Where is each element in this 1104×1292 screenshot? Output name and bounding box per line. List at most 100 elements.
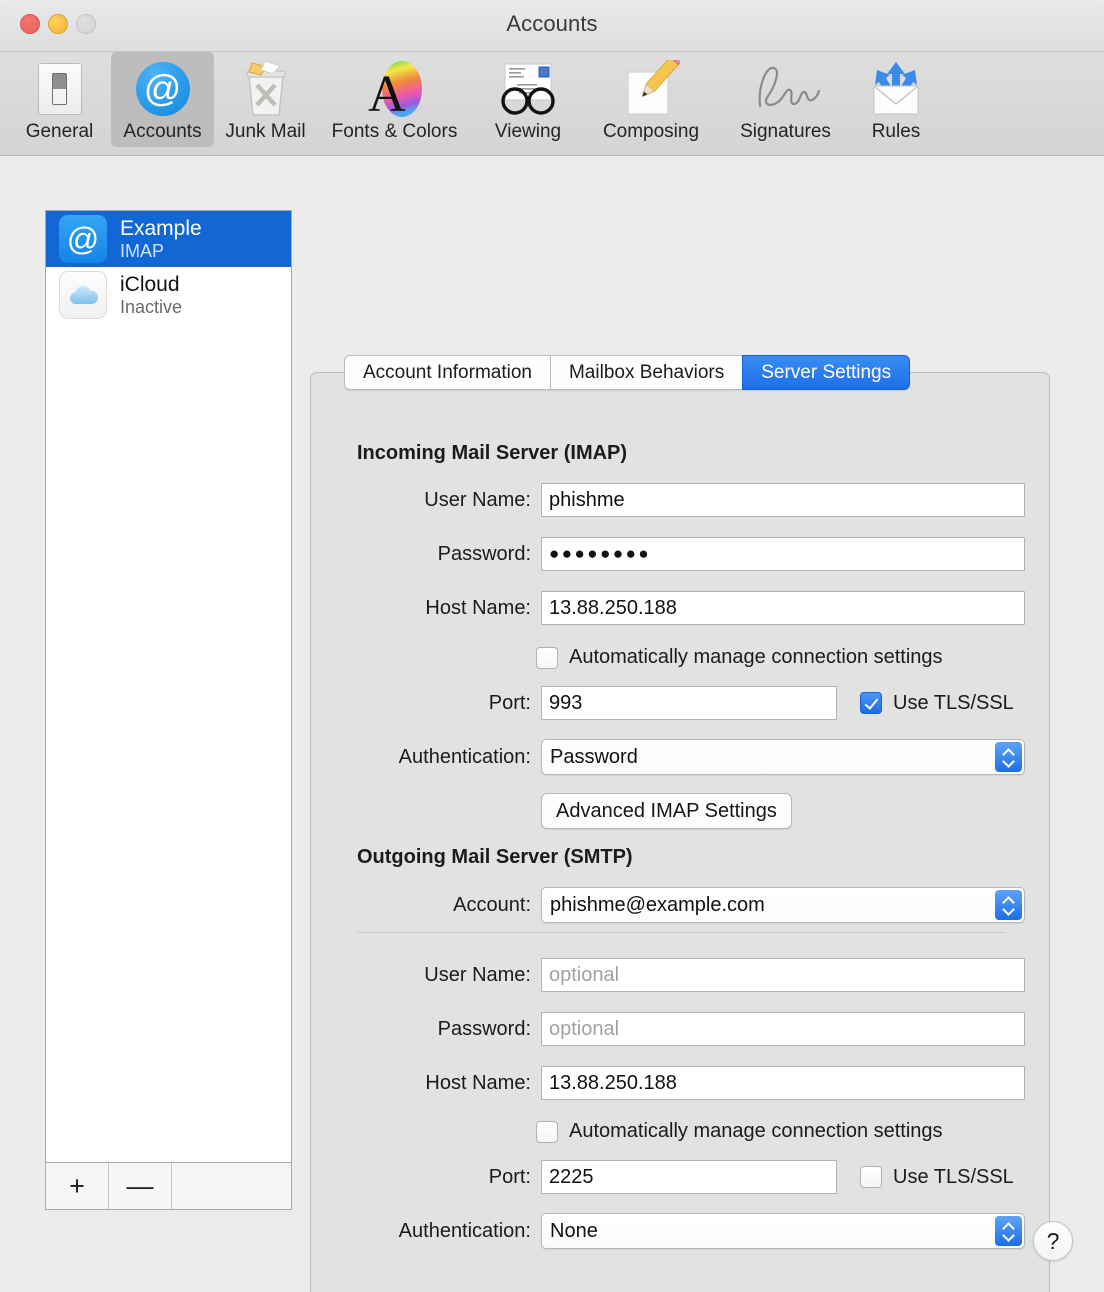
incoming-port-row: Port: 993 Use TLS/SSL [311,686,1049,720]
outgoing-authentication-select[interactable]: None [541,1213,1025,1249]
incoming-port-input[interactable]: 993 [541,686,837,720]
outgoing-auto-manage-label: Automatically manage connection settings [569,1120,943,1142]
window-title: Accounts [506,11,598,36]
incoming-hostname-row: Host Name: 13.88.250.188 [311,591,1049,625]
toolbar-label-rules: Rules [871,121,921,142]
incoming-port-label: Port: [488,691,531,714]
outgoing-account-select[interactable]: phishme@example.com [541,887,1025,923]
toolbar-label-viewing: Viewing [494,121,562,142]
account-type: IMAP [120,240,165,261]
glasses-icon [472,58,584,120]
outgoing-section-heading: Outgoing Mail Server (SMTP) [357,846,633,868]
incoming-hostname-input[interactable]: 13.88.250.188 [541,591,1025,625]
advanced-imap-settings-row: Advanced IMAP Settings [541,793,792,829]
add-account-button[interactable]: + [46,1163,109,1209]
settings-tab-bar: Account Information Mailbox Behaviors Se… [344,355,911,390]
incoming-auto-manage-label: Automatically manage connection settings [569,646,943,668]
preferences-content: @ Example IMAP iCloud Inactive + — Accou… [0,156,1104,1292]
incoming-auto-manage-checkbox[interactable] [536,646,558,669]
toolbar-item-junk-mail[interactable]: Junk Mail [214,52,317,147]
outgoing-authentication-label: Authentication: [398,1219,531,1242]
toolbar-label-general: General [25,121,94,142]
outgoing-auto-manage-checkbox[interactable] [536,1120,558,1143]
incoming-auto-manage-row[interactable]: Automatically manage connection settings [536,646,943,669]
toolbar-item-viewing[interactable]: Viewing [472,52,584,147]
incoming-username-input[interactable]: phishme [541,483,1025,517]
toolbar-label-composing: Composing [602,121,700,142]
svg-text:A: A [368,66,406,119]
outgoing-hostname-input[interactable]: 13.88.250.188 [541,1066,1025,1100]
outgoing-tls-label: Use TLS/SSL [893,1165,1014,1188]
toolbar-label-signatures: Signatures [740,121,831,142]
incoming-tls-label: Use TLS/SSL [893,691,1014,714]
incoming-authentication-select[interactable]: Password [541,739,1025,775]
incoming-tls-checkbox[interactable] [860,692,882,714]
toolbar-item-rules[interactable]: Rules [853,52,939,147]
outgoing-password-input[interactable]: optional [541,1012,1025,1046]
outgoing-port-input[interactable]: 2225 [541,1160,837,1194]
tab-account-information[interactable]: Account Information [344,355,550,390]
accounts-list-toolbar: + — [46,1162,291,1209]
at-sign-icon: @ [59,215,107,263]
chevron-updown-icon[interactable] [995,742,1022,772]
signature-icon [718,58,853,120]
incoming-hostname-label: Host Name: [425,596,531,619]
outgoing-authentication-value: None [550,1219,598,1242]
help-button[interactable]: ? [1033,1221,1073,1261]
account-name: Example [120,217,202,241]
account-row-icloud[interactable]: iCloud Inactive [46,267,291,323]
outgoing-account-label: Account: [453,893,531,916]
chevron-updown-icon[interactable] [995,890,1022,920]
outgoing-account-value: phishme@example.com [550,893,765,916]
accounts-preferences-window: Accounts General @ Accounts Junk Mail A … [0,0,1104,1292]
server-settings-panel: Incoming Mail Server (IMAP) User Name: p… [310,372,1050,1292]
font-palette-icon: A [317,58,472,120]
tab-mailbox-behaviors[interactable]: Mailbox Behaviors [549,355,743,390]
outgoing-username-label: User Name: [424,963,531,986]
account-status: Inactive [120,296,183,317]
outgoing-username-row: User Name: optional [311,958,1049,992]
outgoing-username-input[interactable]: optional [541,958,1025,992]
light-switch-icon [8,58,111,120]
toolbar-item-general[interactable]: General [8,52,111,147]
toolbar-item-composing[interactable]: Composing [584,52,718,147]
window-titlebar: Accounts [0,0,1104,52]
incoming-authentication-row: Authentication: Password [311,739,1049,775]
incoming-username-row: User Name: phishme [311,483,1049,517]
outgoing-divider [357,932,1005,933]
incoming-password-row: Password: ●●●●●●●● [311,537,1049,571]
outgoing-tls-checkbox[interactable] [860,1166,882,1188]
outgoing-auto-manage-row[interactable]: Automatically manage connection settings [536,1120,943,1143]
cloud-icon [59,271,107,319]
outgoing-hostname-label: Host Name: [425,1071,531,1094]
outgoing-port-row: Port: 2225 Use TLS/SSL [311,1160,1049,1194]
toolbar-item-signatures[interactable]: Signatures [718,52,853,147]
account-name: iCloud [120,273,180,297]
toolbar-item-accounts[interactable]: @ Accounts [111,52,214,147]
toolbar-label-fonts-colors: Fonts & Colors [331,121,458,142]
tab-server-settings[interactable]: Server Settings [742,355,911,390]
incoming-authentication-value: Password [550,745,638,768]
incoming-password-label: Password: [437,542,531,565]
chevron-updown-icon[interactable] [995,1216,1022,1246]
outgoing-password-label: Password: [437,1017,531,1040]
toolbar-label-accounts: Accounts [123,121,202,142]
accounts-toolbar-spacer [172,1163,291,1209]
outgoing-account-row: Account: phishme@example.com [311,887,1049,923]
toolbar-item-fonts-colors[interactable]: A Fonts & Colors [317,52,472,147]
accounts-list: @ Example IMAP iCloud Inactive [46,211,291,1162]
envelope-arrows-icon [853,58,939,120]
accounts-sidebar: @ Example IMAP iCloud Inactive + — [45,210,292,1210]
toolbar-label-junk-mail: Junk Mail [225,121,306,142]
incoming-password-input[interactable]: ●●●●●●●● [541,537,1025,571]
preferences-toolbar: General @ Accounts Junk Mail A Fonts & C… [0,52,1104,156]
account-row-example[interactable]: @ Example IMAP [46,211,291,267]
incoming-section-heading: Incoming Mail Server (IMAP) [357,442,628,464]
outgoing-authentication-row: Authentication: None [311,1213,1049,1249]
outgoing-password-row: Password: optional [311,1012,1049,1046]
advanced-imap-settings-button[interactable]: Advanced IMAP Settings [541,793,792,829]
incoming-authentication-label: Authentication: [398,745,531,768]
remove-account-button[interactable]: — [109,1163,172,1209]
trash-can-icon [214,58,317,120]
outgoing-port-label: Port: [488,1165,531,1188]
